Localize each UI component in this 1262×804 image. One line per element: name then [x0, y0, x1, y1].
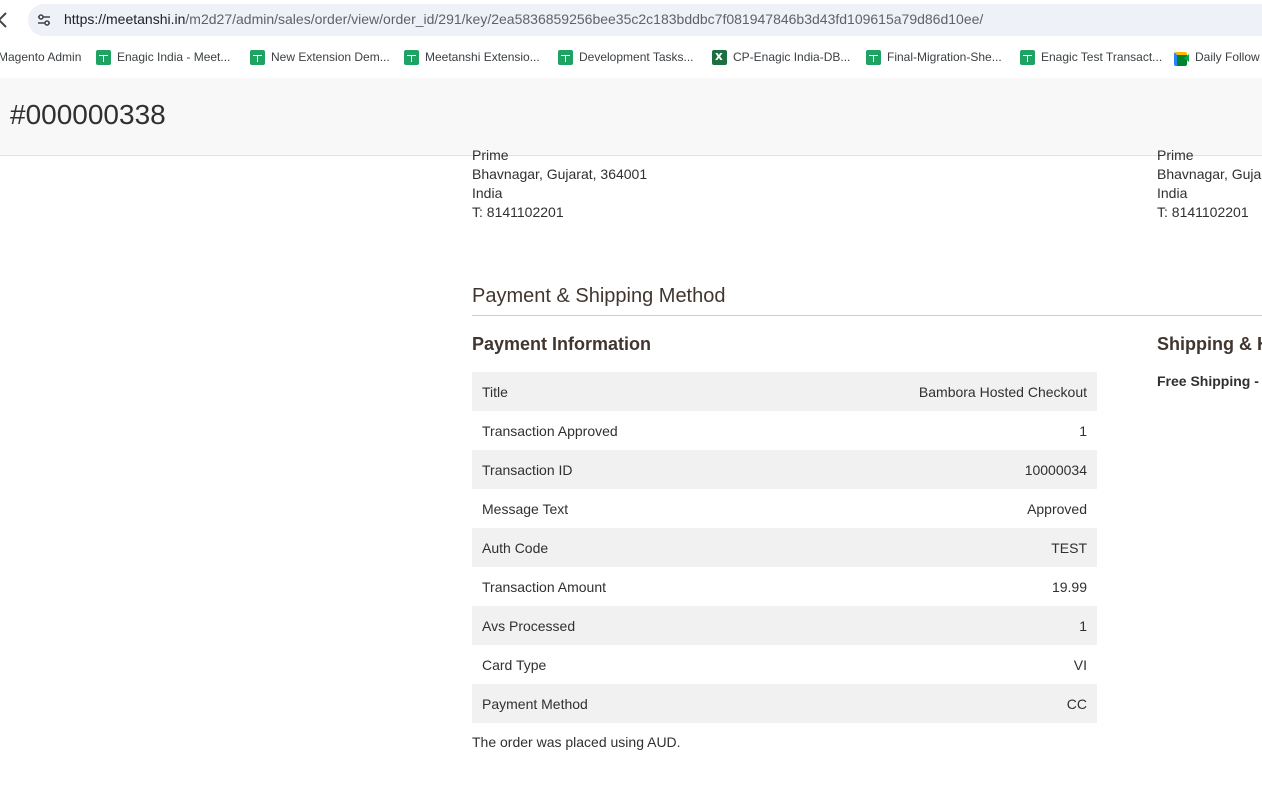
- payment-information-title: Payment Information: [472, 334, 652, 354]
- table-row: Transaction Amount 19.99: [472, 567, 1097, 606]
- bookmark-label: New Extension Dem...: [271, 50, 390, 64]
- row-value: CC: [1066, 695, 1087, 712]
- shipping-handling-title: Shipping & H: [1157, 334, 1262, 354]
- row-label: Transaction Amount: [482, 578, 606, 595]
- currency-note: The order was placed using AUD.: [472, 734, 681, 750]
- url-path: /m2d27/admin/sales/order/view/order_id/2…: [185, 11, 984, 27]
- page-title: #000000338: [10, 99, 166, 130]
- row-value: 1: [1079, 422, 1087, 439]
- shipping-method-value: Free Shipping -: [1157, 373, 1259, 389]
- payment-info-table: Title Bambora Hosted Checkout Transactio…: [472, 372, 1097, 723]
- bookmark-label: Daily Follow: [1195, 50, 1260, 64]
- row-value: 1: [1079, 617, 1087, 634]
- sheets-icon: [558, 49, 573, 65]
- meet-icon: [1174, 50, 1189, 66]
- table-row: Avs Processed 1: [472, 606, 1097, 645]
- row-value: 10000034: [1024, 461, 1087, 478]
- row-value: 19.99: [1051, 578, 1087, 595]
- bookmark-daily-follow[interactable]: Daily Follow: [1174, 48, 1260, 66]
- bookmark-label: Enagic India - Meet...: [117, 50, 231, 64]
- bookmark-label: Development Tasks...: [579, 50, 694, 64]
- row-label: Message Text: [482, 500, 569, 517]
- back-arrow-icon[interactable]: [0, 8, 12, 32]
- address-phone: T: 8141102201: [1157, 204, 1249, 220]
- sheets-icon: [250, 49, 265, 65]
- row-label: Title: [482, 383, 508, 400]
- browser-toolbar: https://meetanshi.in/m2d27/admin/sales/o…: [0, 0, 1262, 40]
- url-host: https://meetanshi.in: [64, 11, 186, 27]
- bookmark-final-migration[interactable]: Final-Migration-She...: [866, 48, 1002, 66]
- row-label: Transaction Approved: [482, 422, 618, 439]
- excel-icon: [712, 49, 727, 65]
- table-row: Transaction ID 10000034: [472, 450, 1097, 489]
- row-label: Card Type: [482, 656, 547, 673]
- row-value: TEST: [1051, 539, 1087, 556]
- bookmark-enagic-india[interactable]: Enagic India - Meet...: [96, 48, 230, 66]
- address-city-line: Bhavnagar, Gujarat, 364001: [472, 166, 648, 182]
- bookmark-new-extension-demo[interactable]: New Extension Dem...: [250, 48, 390, 66]
- table-row: Card Type VI: [472, 645, 1097, 684]
- row-label: Payment Method: [482, 695, 588, 712]
- bookmark-label: Enagic Test Transact...: [1041, 50, 1163, 64]
- section-divider: [472, 315, 1262, 316]
- bookmark-cp-enagic-india[interactable]: CP-Enagic India-DB...: [712, 48, 850, 66]
- address-line: Prime: [1157, 147, 1194, 163]
- table-row: Transaction Approved 1: [472, 411, 1097, 450]
- address-bar[interactable]: https://meetanshi.in/m2d27/admin/sales/o…: [28, 4, 1262, 36]
- address-city-line: Bhavnagar, Guja: [1157, 166, 1262, 182]
- bookmark-meetanshi-extension[interactable]: Meetanshi Extensio...: [404, 48, 540, 66]
- sheets-icon: [866, 49, 881, 65]
- bookmark-label: Final-Migration-She...: [887, 50, 1002, 64]
- row-label: Transaction ID: [482, 461, 573, 478]
- billing-address: Prime Bhavnagar, Gujarat, 364001 India T…: [472, 146, 647, 222]
- sheets-icon: [404, 49, 419, 65]
- address-phone: T: 8141102201: [472, 204, 564, 220]
- row-value: Approved: [1027, 500, 1087, 517]
- bookmark-magento-admin[interactable]: Magento Admin: [0, 48, 81, 66]
- address-line: Prime: [472, 147, 509, 163]
- section-title-payment-shipping: Payment & Shipping Method: [472, 285, 726, 307]
- row-label: Auth Code: [482, 539, 549, 556]
- row-label: Avs Processed: [482, 617, 576, 634]
- bookmark-label: Magento Admin: [0, 50, 82, 64]
- bookmark-enagic-test-transact[interactable]: Enagic Test Transact...: [1020, 48, 1162, 66]
- table-row: Auth Code TEST: [472, 528, 1097, 567]
- site-settings-icon[interactable]: [36, 12, 52, 28]
- row-value: VI: [1073, 656, 1087, 673]
- url-text[interactable]: https://meetanshi.in/m2d27/admin/sales/o…: [64, 11, 983, 27]
- sheets-icon: [1020, 49, 1035, 65]
- row-value: Bambora Hosted Checkout: [918, 383, 1087, 400]
- bookmark-label: Meetanshi Extensio...: [425, 50, 540, 64]
- bookmark-development-tasks[interactable]: Development Tasks...: [558, 48, 694, 66]
- shipping-address: Prime Bhavnagar, Guja India T: 814110220…: [1157, 146, 1261, 222]
- address-country: India: [1157, 185, 1188, 201]
- table-row: Title Bambora Hosted Checkout: [472, 372, 1097, 411]
- table-row: Message Text Approved: [472, 489, 1097, 528]
- bookmark-label: CP-Enagic India-DB...: [733, 50, 851, 64]
- address-country: India: [472, 185, 503, 201]
- sheets-icon: [96, 49, 111, 65]
- table-row: Payment Method CC: [472, 684, 1097, 723]
- page-header: #000000338: [0, 78, 1262, 156]
- bookmarks-bar: Magento Admin Enagic India - Meet... New…: [0, 40, 1262, 74]
